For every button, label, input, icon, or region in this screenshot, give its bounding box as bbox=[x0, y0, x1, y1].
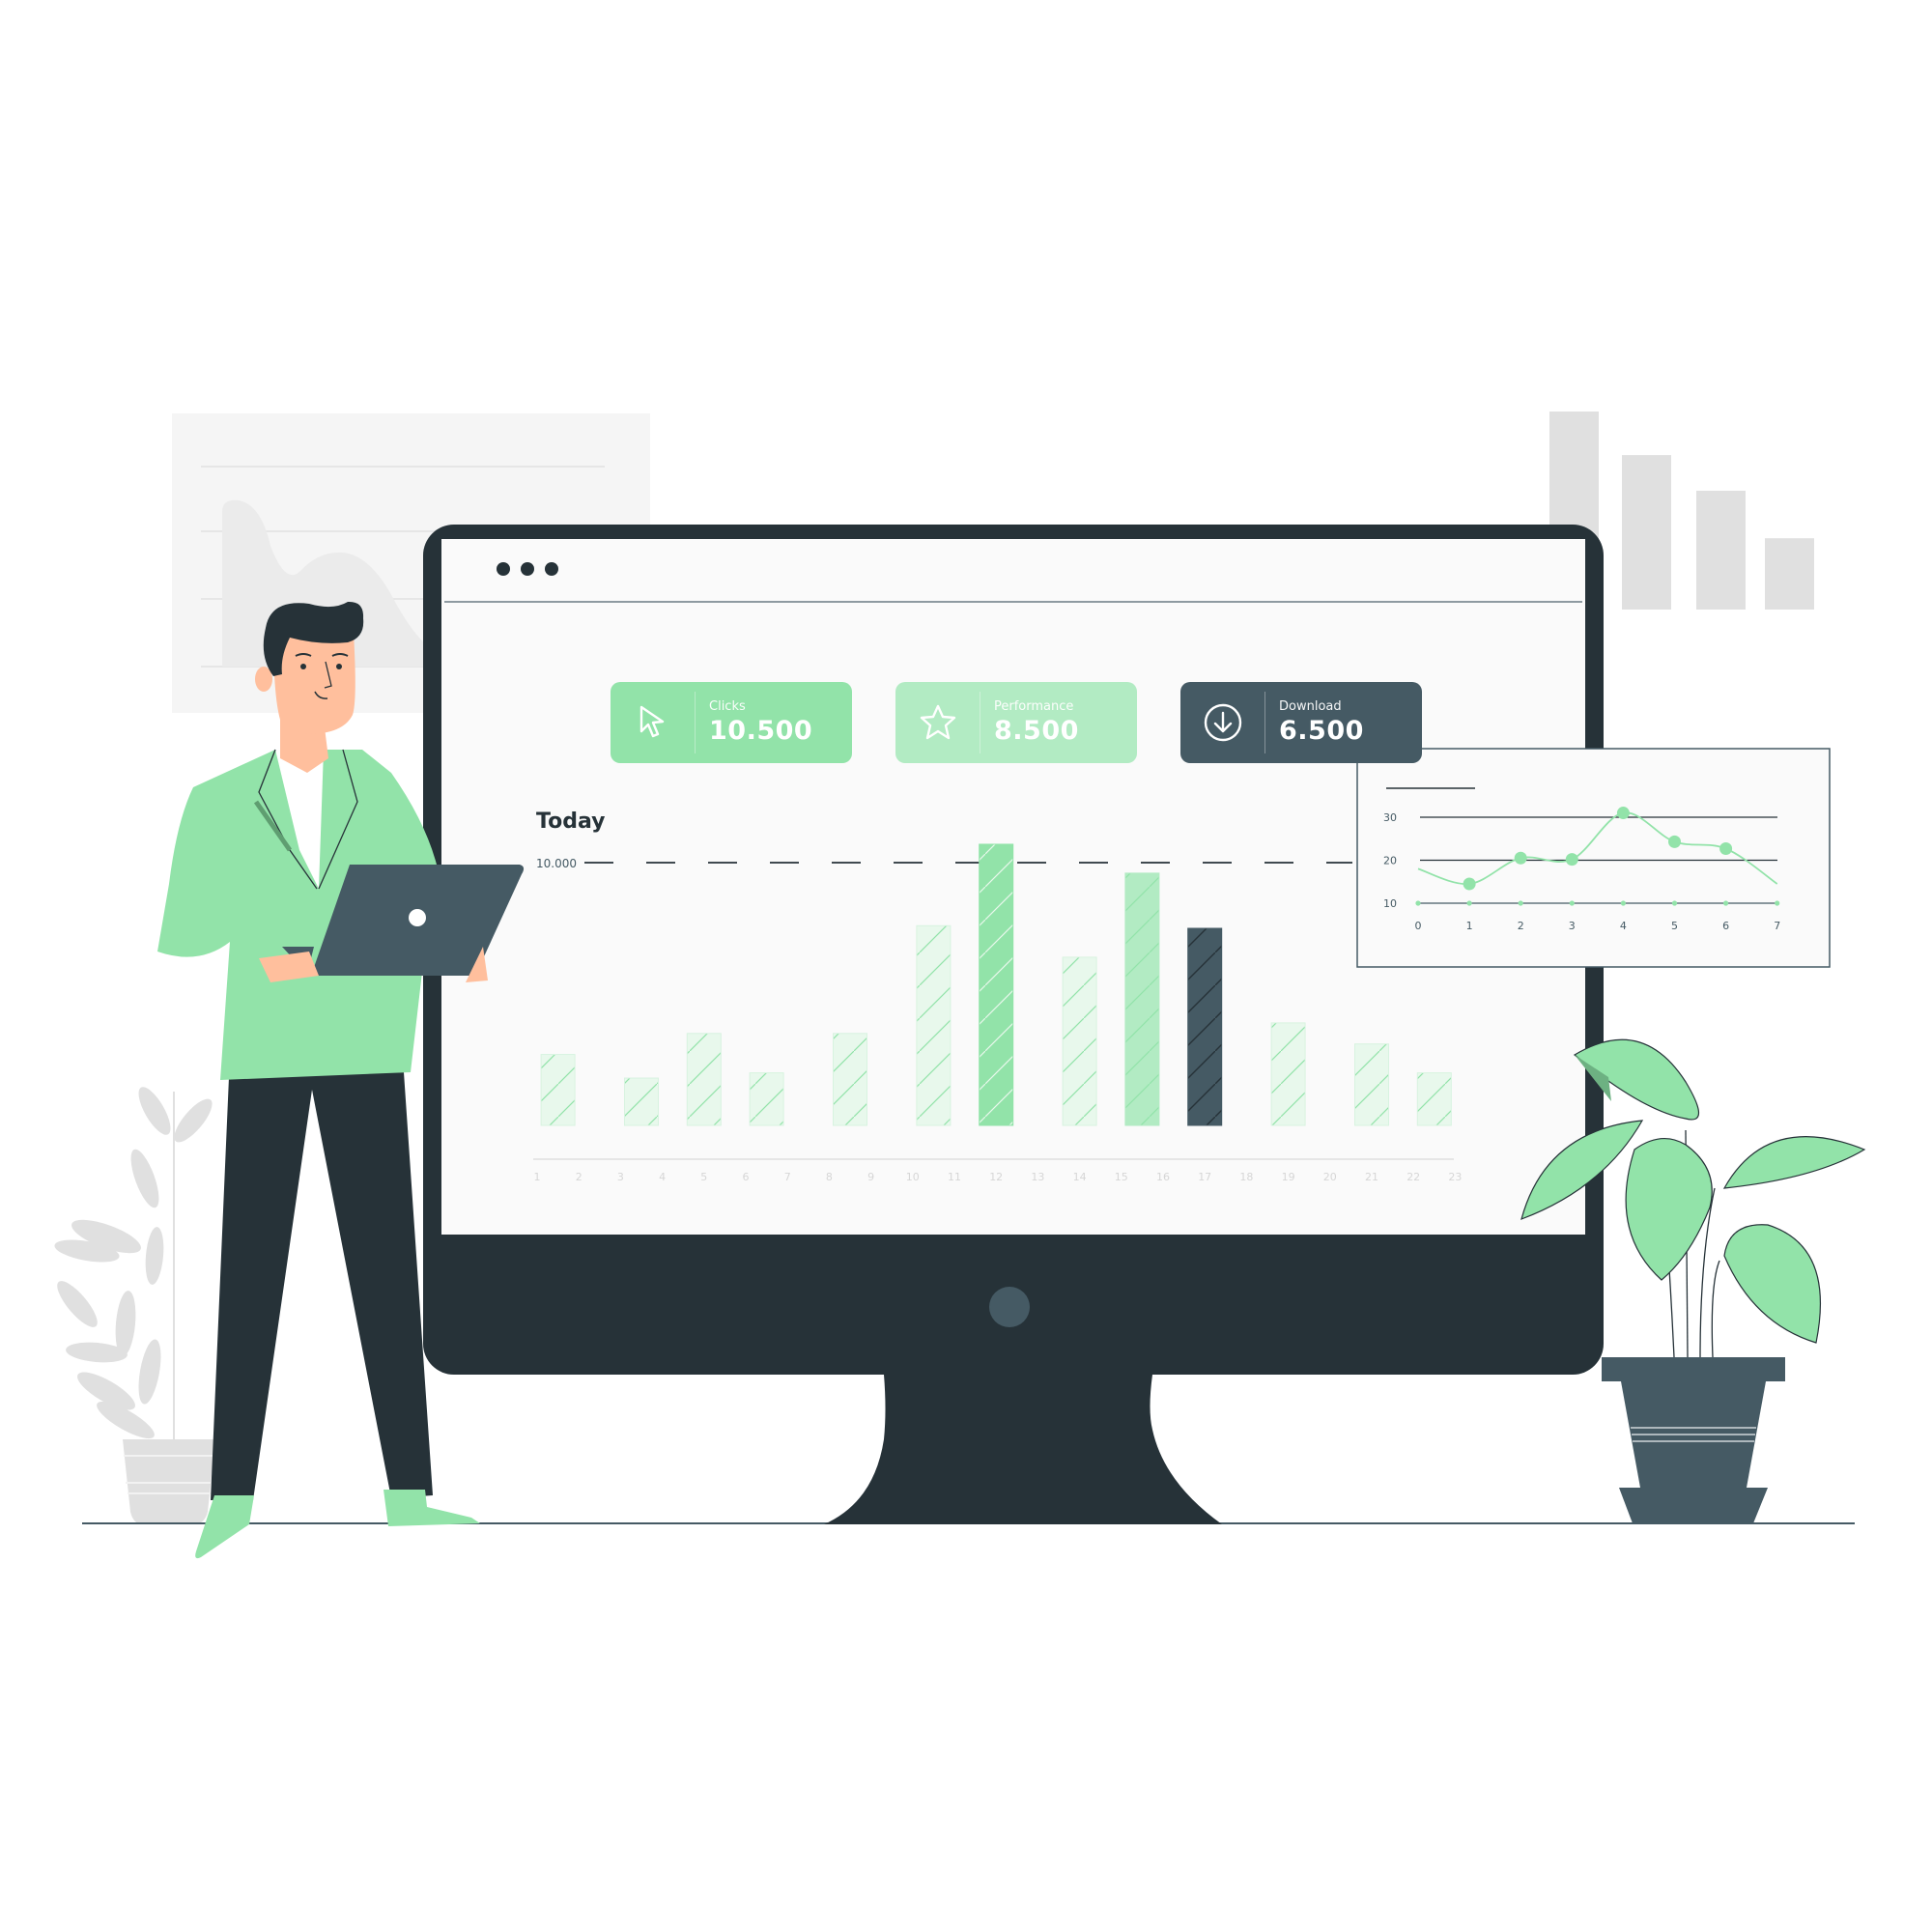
x-tick-label: 18 bbox=[1239, 1171, 1253, 1183]
bar bbox=[1187, 927, 1223, 1126]
bar bbox=[624, 1077, 659, 1126]
bar bbox=[1270, 1022, 1306, 1126]
axis-dot bbox=[1671, 900, 1678, 906]
x-tick-label: 5 bbox=[700, 1171, 707, 1183]
axis-dot bbox=[1569, 900, 1575, 906]
bar bbox=[833, 1033, 867, 1126]
stat-label: Download bbox=[1279, 699, 1342, 714]
x-tick-label: 15 bbox=[1115, 1171, 1128, 1183]
x-tick-label: 4 bbox=[1620, 920, 1627, 932]
x-tick-label: 4 bbox=[659, 1171, 666, 1183]
bar bbox=[540, 1054, 576, 1126]
monitor-stand bbox=[824, 1375, 1222, 1524]
axis-dot bbox=[1723, 900, 1729, 906]
x-tick-label: 8 bbox=[826, 1171, 833, 1183]
x-tick-label: 21 bbox=[1365, 1171, 1378, 1183]
background-bar bbox=[1765, 538, 1814, 610]
stat-value: 8.500 bbox=[994, 716, 1079, 746]
x-tick-label: 17 bbox=[1198, 1171, 1211, 1183]
x-tick-label: 2 bbox=[576, 1171, 582, 1183]
pot-saucer bbox=[1619, 1488, 1768, 1523]
x-tick-label: 22 bbox=[1406, 1171, 1420, 1183]
stat-label: Clicks bbox=[709, 699, 746, 714]
data-point bbox=[1719, 841, 1733, 855]
background-plant bbox=[54, 1087, 215, 1524]
window-dot-3[interactable] bbox=[545, 562, 558, 576]
x-tick-label: 12 bbox=[989, 1171, 1003, 1183]
x-tick-label: 19 bbox=[1282, 1171, 1295, 1183]
axis-dot bbox=[1415, 900, 1421, 906]
x-tick-label: 3 bbox=[617, 1171, 624, 1183]
x-tick-label: 16 bbox=[1156, 1171, 1170, 1183]
plant-leaf bbox=[1723, 1224, 1822, 1344]
stat-card-performance[interactable]: Performance 8.500 bbox=[895, 682, 1137, 763]
x-tick-label: 20 bbox=[1323, 1171, 1337, 1183]
pot-rim bbox=[1602, 1357, 1785, 1381]
bar bbox=[749, 1072, 784, 1126]
plant-leaf bbox=[1625, 1138, 1713, 1281]
axis-dot bbox=[1775, 900, 1780, 906]
reference-line-label: 10.000 bbox=[536, 857, 577, 870]
x-tick-label: 1 bbox=[1466, 920, 1473, 932]
download-circle-icon bbox=[1180, 692, 1265, 753]
stat-value: 6.500 bbox=[1279, 716, 1364, 746]
x-tick-label: 7 bbox=[784, 1171, 791, 1183]
plant-leaf bbox=[1722, 1136, 1866, 1189]
data-point bbox=[1616, 807, 1630, 820]
stat-value: 10.500 bbox=[709, 716, 813, 746]
x-tick-label: 3 bbox=[1569, 920, 1576, 932]
bar bbox=[1124, 872, 1160, 1126]
x-tick-label: 6 bbox=[1722, 920, 1729, 932]
x-tick-label: 9 bbox=[867, 1171, 874, 1183]
x-tick-label: 5 bbox=[1671, 920, 1678, 932]
x-tick-label: 10 bbox=[906, 1171, 920, 1183]
background-bar bbox=[1622, 455, 1671, 610]
axis-dot bbox=[1518, 900, 1523, 906]
trousers bbox=[211, 1072, 433, 1500]
window-dot-2[interactable] bbox=[521, 562, 534, 576]
x-tick-label: 0 bbox=[1415, 920, 1422, 932]
face bbox=[273, 633, 355, 734]
monitor-power-button[interactable] bbox=[989, 1287, 1030, 1327]
x-tick-label: 2 bbox=[1518, 920, 1524, 932]
axis-dot bbox=[1620, 900, 1626, 906]
bar bbox=[979, 843, 1014, 1126]
x-tick-label: 11 bbox=[948, 1171, 961, 1183]
bar bbox=[1416, 1072, 1452, 1126]
x-tick-label: 14 bbox=[1073, 1171, 1087, 1183]
x-tick-label: 7 bbox=[1774, 920, 1780, 932]
y-tick-label: 10 bbox=[1383, 897, 1397, 910]
bar bbox=[916, 924, 952, 1126]
data-point bbox=[1463, 877, 1476, 891]
star-icon bbox=[895, 692, 980, 753]
x-tick-label: 6 bbox=[743, 1171, 750, 1183]
x-tick-label: 1 bbox=[534, 1171, 541, 1183]
cursor-icon bbox=[611, 692, 696, 753]
bar bbox=[686, 1033, 722, 1126]
window-dot-1[interactable] bbox=[497, 562, 510, 576]
x-tick-label: 23 bbox=[1448, 1171, 1462, 1183]
stat-label: Performance bbox=[994, 699, 1074, 714]
x-tick-label: 13 bbox=[1031, 1171, 1044, 1183]
axis-dot bbox=[1466, 900, 1472, 906]
data-point bbox=[1565, 853, 1578, 867]
stat-card-download[interactable]: Download 6.500 bbox=[1180, 682, 1422, 763]
bar bbox=[1062, 956, 1097, 1126]
data-point bbox=[1668, 835, 1681, 848]
y-tick-label: 30 bbox=[1383, 811, 1397, 824]
chart-title-today: Today bbox=[536, 810, 606, 834]
background-bar bbox=[1696, 491, 1746, 610]
data-point bbox=[1514, 851, 1527, 865]
y-tick-label: 20 bbox=[1383, 855, 1397, 867]
stat-card-clicks[interactable]: Clicks 10.500 bbox=[611, 682, 852, 763]
line-chart-panel: 10 20 30 0 1 2 3 4 5 6 7 bbox=[1356, 748, 1831, 968]
bar bbox=[1354, 1043, 1389, 1126]
scene-illustration: 10.0001 2 3 4 5 6 7 8 9 10 11 12 13 14 15 16 17 18 19 20 21 2… bbox=[54, 412, 1866, 1559]
laptop-logo bbox=[409, 909, 426, 926]
